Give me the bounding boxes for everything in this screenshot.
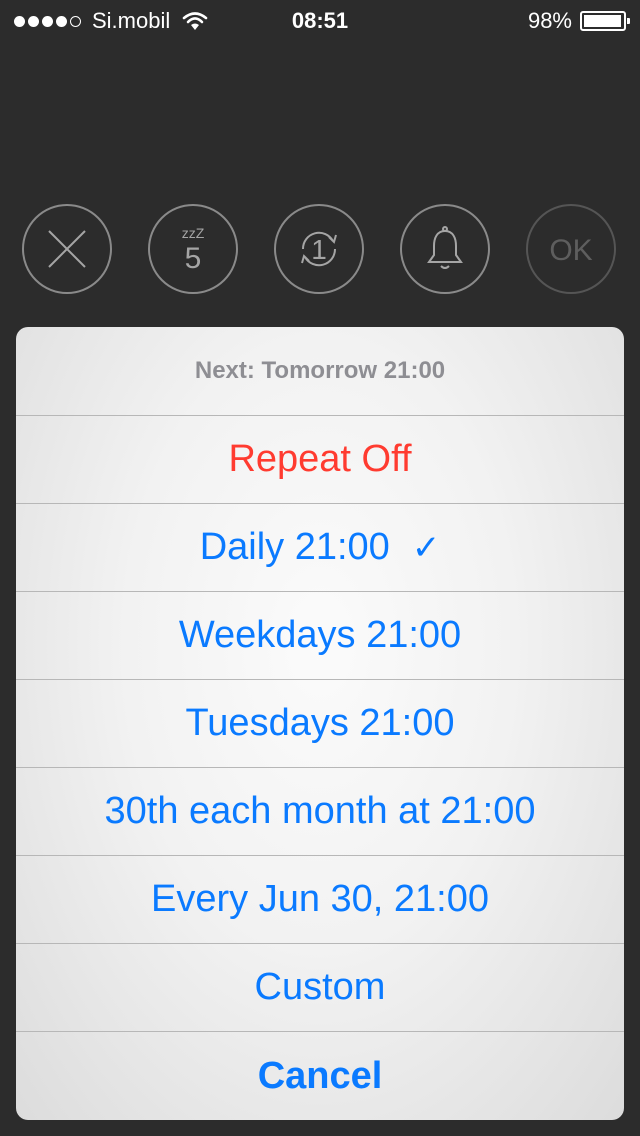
ok-icon: OK [549,234,592,267]
repeat-button[interactable]: 1 [274,204,364,294]
cancel-button[interactable]: Cancel [16,1032,624,1120]
option-label: Daily 21:00 [199,526,390,568]
status-bar: Si.mobil 08:51 98% [0,0,640,40]
repeat-off-option[interactable]: Repeat Off [16,416,624,504]
alarm-toolbar: zzZ 5 1 OK [0,204,640,298]
ok-label: OK [549,234,592,267]
ok-button[interactable]: OK [526,204,616,294]
snooze-icon: zzZ 5 [182,225,205,275]
custom-option[interactable]: Custom [16,944,624,1032]
battery-icon [580,11,630,31]
bell-icon [427,226,463,269]
repeat-action-sheet: Next: Tomorrow 21:00 Repeat Off Daily 21… [16,327,624,1120]
next-alarm-header: Next: Tomorrow 21:00 [16,327,624,416]
checkmark-icon: ✓ [411,528,441,567]
monthly-option[interactable]: 30th each month at 21:00 [16,768,624,856]
dismiss-button[interactable] [22,204,112,294]
battery-tip [627,18,630,24]
alarm-sound-button[interactable] [400,204,490,294]
yearly-option[interactable]: Every Jun 30, 21:00 [16,856,624,944]
option-label: Tuesdays 21:00 [185,702,455,744]
status-right: 98% [527,8,630,34]
repeat-count-label: 1 [311,234,327,265]
snooze-button[interactable]: zzZ 5 [148,204,238,294]
tuesdays-option[interactable]: Tuesdays 21:00 [16,680,624,768]
close-icon [48,230,86,268]
option-label: Custom [254,966,386,1008]
repeat-icon: 1 [301,231,337,267]
option-label: Weekdays 21:00 [178,614,462,656]
daily-option[interactable]: Daily 21:00 ✓ [16,504,624,592]
option-label: 30th each month at 21:00 [104,790,536,832]
battery-percentage: 98% [527,8,572,33]
option-label: Repeat Off [228,438,412,480]
snooze-minutes-label: 5 [185,242,202,275]
weekdays-option[interactable]: Weekdays 21:00 [16,592,624,680]
battery-fill [584,15,621,27]
option-label: Every Jun 30, 21:00 [151,878,489,920]
snooze-zzz-label: zzZ [182,225,205,241]
